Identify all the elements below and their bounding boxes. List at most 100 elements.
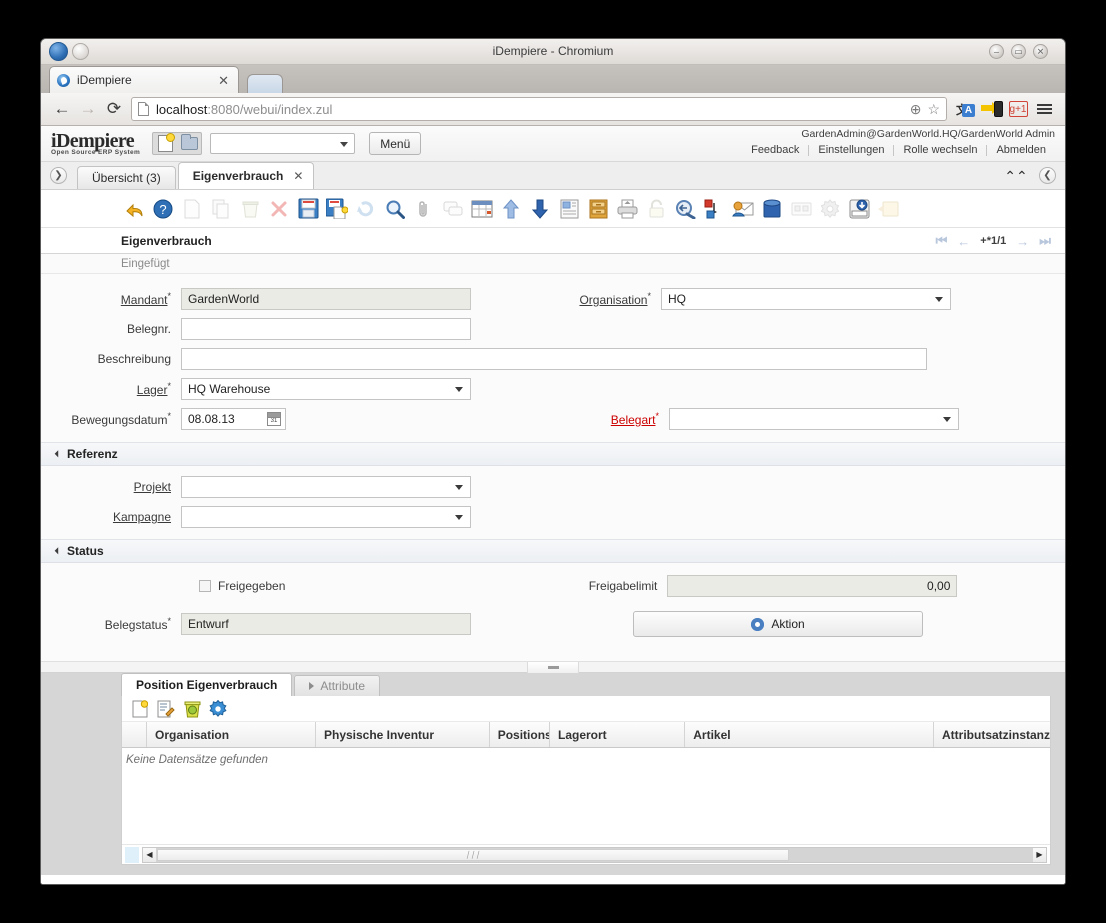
detail-tab-position-eigenverbrauch[interactable]: Position Eigenverbrauch: [121, 673, 293, 696]
window-maximize-button[interactable]: ▭: [1011, 44, 1026, 59]
app-logo[interactable]: iDempiere Open Source ERP System: [51, 131, 140, 157]
preference-icon[interactable]: [208, 699, 228, 719]
browser-tab-close-icon[interactable]: ✕: [215, 74, 232, 87]
bewegungsdatum-field[interactable]: 08.08.13 31: [181, 408, 286, 430]
print-icon[interactable]: [614, 196, 640, 222]
quick-search-select[interactable]: [210, 133, 356, 154]
detail-toolbar: [122, 696, 1050, 722]
section-referenz[interactable]: Referenz: [41, 442, 1065, 466]
zoom-across-icon[interactable]: [672, 196, 698, 222]
freigegeben-checkbox[interactable]: [199, 580, 211, 592]
link-einstellungen[interactable]: Einstellungen: [809, 144, 893, 156]
page-info-icon[interactable]: [138, 102, 149, 116]
header-new-record-button[interactable]: [153, 133, 177, 154]
chevron-collapse-icon: [54, 546, 62, 554]
belegnr-input[interactable]: [181, 318, 471, 340]
detail-record-icon[interactable]: [527, 196, 553, 222]
kampagne-select[interactable]: [181, 506, 471, 528]
find-icon[interactable]: [382, 196, 408, 222]
preference-icon: [817, 196, 843, 222]
grid-toggle-icon[interactable]: [469, 196, 495, 222]
zoom-icon[interactable]: ⊕: [910, 101, 922, 118]
label-kampagne: Kampagne: [41, 510, 181, 524]
window-tab-close-icon[interactable]: ✕: [293, 169, 303, 183]
parent-record-icon[interactable]: [498, 196, 524, 222]
hamburger-menu-icon: [1036, 104, 1052, 114]
new-record-icon[interactable]: [130, 699, 150, 719]
grid-col-positionsnr[interactable]: Positionsnr: [490, 722, 550, 747]
panel-splitter[interactable]: [41, 661, 1065, 673]
freigegeben-checkbox-cell[interactable]: Freigegeben: [199, 579, 285, 593]
calendar-icon[interactable]: 31: [267, 412, 281, 426]
save-icon[interactable]: [295, 196, 321, 222]
next-record-button[interactable]: →: [1016, 234, 1029, 249]
extension-translate-button[interactable]: 文 A: [953, 97, 979, 121]
requests-icon[interactable]: [730, 196, 756, 222]
csv-import-icon[interactable]: [846, 196, 872, 222]
first-record-button[interactable]: ⏮: [936, 233, 948, 249]
archive-icon[interactable]: [585, 196, 611, 222]
projekt-select[interactable]: [181, 476, 471, 498]
label-beschreibung: Beschreibung: [97, 352, 171, 366]
header-open-button[interactable]: [177, 133, 201, 154]
sidebar-expand-toggle[interactable]: ❯: [50, 167, 67, 184]
form-row-belegstatus-aktion: Belegstatus* Entwurf Aktion: [41, 607, 1065, 641]
extension-send-to-phone-button[interactable]: [979, 97, 1005, 121]
export-icon: [788, 196, 814, 222]
menu-button[interactable]: Menü: [369, 132, 422, 155]
edit-record-icon[interactable]: [156, 699, 176, 719]
grid-col-lagerort[interactable]: Lagerort: [550, 722, 686, 747]
reload-button[interactable]: ⟳: [101, 97, 127, 121]
product-info-icon[interactable]: [759, 196, 785, 222]
undo-icon[interactable]: [121, 196, 147, 222]
detail-horizontal-scrollbar[interactable]: ◀ ∣∣∣ ▶: [142, 846, 1047, 863]
form-row-lager: Lager* HQ Warehouse: [41, 374, 1065, 404]
collapse-all-button[interactable]: ⌃⌃: [1003, 165, 1029, 187]
grid-col-organisation[interactable]: Organisation: [147, 722, 316, 747]
hscroll-right-arrow[interactable]: ▶: [1033, 847, 1046, 862]
extension-gplus-button[interactable]: g+1: [1005, 97, 1031, 121]
detail-tab-attribute[interactable]: Attribute: [294, 675, 381, 696]
grid-col-attributsatzinstanz[interactable]: Attributsatzinstanz: [934, 722, 1050, 747]
report-icon[interactable]: [556, 196, 582, 222]
attachment-icon: [411, 196, 437, 222]
new-document-icon: [157, 133, 175, 152]
section-status[interactable]: Status: [41, 539, 1065, 563]
link-abmelden[interactable]: Abmelden: [987, 144, 1055, 156]
bookmark-star-icon[interactable]: ☆: [927, 101, 940, 118]
delete-record-icon[interactable]: [182, 699, 202, 719]
right-panel-toggle[interactable]: ❮: [1039, 167, 1056, 184]
help-icon[interactable]: ?: [150, 196, 176, 222]
address-bar[interactable]: localhost:8080/webui/index.zul ⊕ ☆: [131, 97, 947, 121]
hscroll-left-arrow[interactable]: ◀: [143, 847, 156, 862]
browser-menu-button[interactable]: [1031, 97, 1057, 121]
save-create-new-icon[interactable]: [324, 196, 350, 222]
window-tab-eigenverbrauch[interactable]: Eigenverbrauch ✕: [177, 162, 315, 189]
process-icon[interactable]: [701, 196, 727, 222]
window-close-button[interactable]: ✕: [1033, 44, 1048, 59]
aktion-button[interactable]: Aktion: [633, 611, 923, 637]
link-feedback[interactable]: Feedback: [742, 144, 808, 156]
hscroll-thumb[interactable]: ∣∣∣: [157, 848, 789, 861]
splitter-handle[interactable]: [527, 662, 579, 673]
back-button[interactable]: ←: [49, 97, 75, 121]
belegart-select[interactable]: [669, 408, 959, 430]
prev-record-button[interactable]: ←: [957, 234, 970, 249]
organisation-select[interactable]: HQ: [661, 288, 951, 310]
label-mandant-text: Mandant: [120, 293, 168, 307]
beschreibung-input[interactable]: [181, 348, 927, 370]
lager-select[interactable]: HQ Warehouse: [181, 378, 471, 400]
window-minimize-button[interactable]: –: [989, 44, 1004, 59]
forward-button[interactable]: →: [75, 97, 101, 121]
label-organisation-text: Organisation: [579, 293, 648, 307]
browser-tab-idempiere[interactable]: iDempiere ✕: [49, 66, 239, 93]
window-tab-uebersicht[interactable]: Übersicht (3): [77, 166, 176, 189]
grid-col-physische-inventur[interactable]: Physische Inventur: [316, 722, 490, 747]
section-referenz-label: Referenz: [67, 447, 118, 461]
last-record-button[interactable]: ⏭: [1039, 233, 1051, 249]
link-rolle-wechseln[interactable]: Rolle wechseln: [894, 144, 986, 156]
form-row-freigegeben: Freigegeben Freigabelimit 0,00: [41, 571, 1065, 601]
url-host: localhost: [156, 101, 208, 117]
new-tab-button[interactable]: [247, 74, 283, 93]
grid-col-artikel[interactable]: Artikel: [685, 722, 934, 747]
